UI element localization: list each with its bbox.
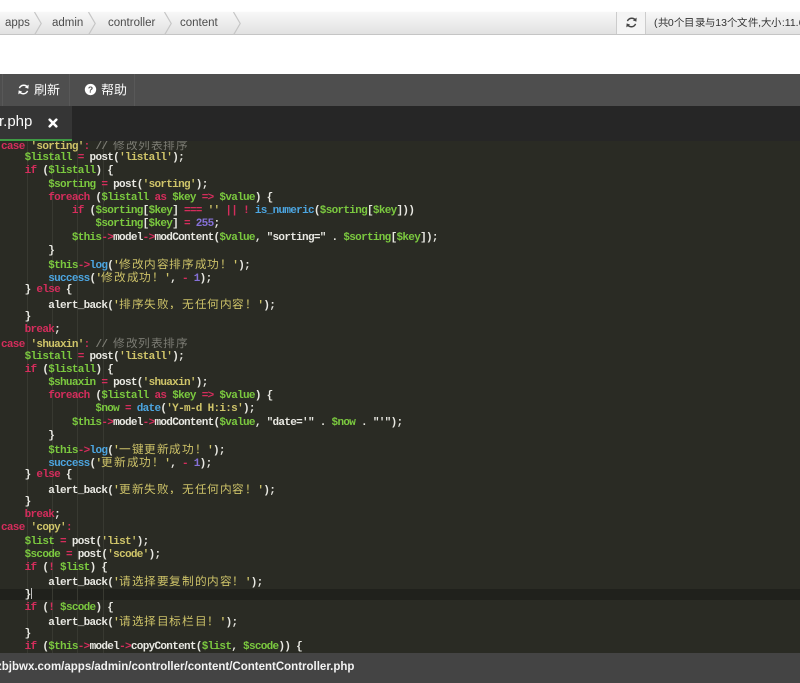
- svg-text:?: ?: [88, 84, 93, 94]
